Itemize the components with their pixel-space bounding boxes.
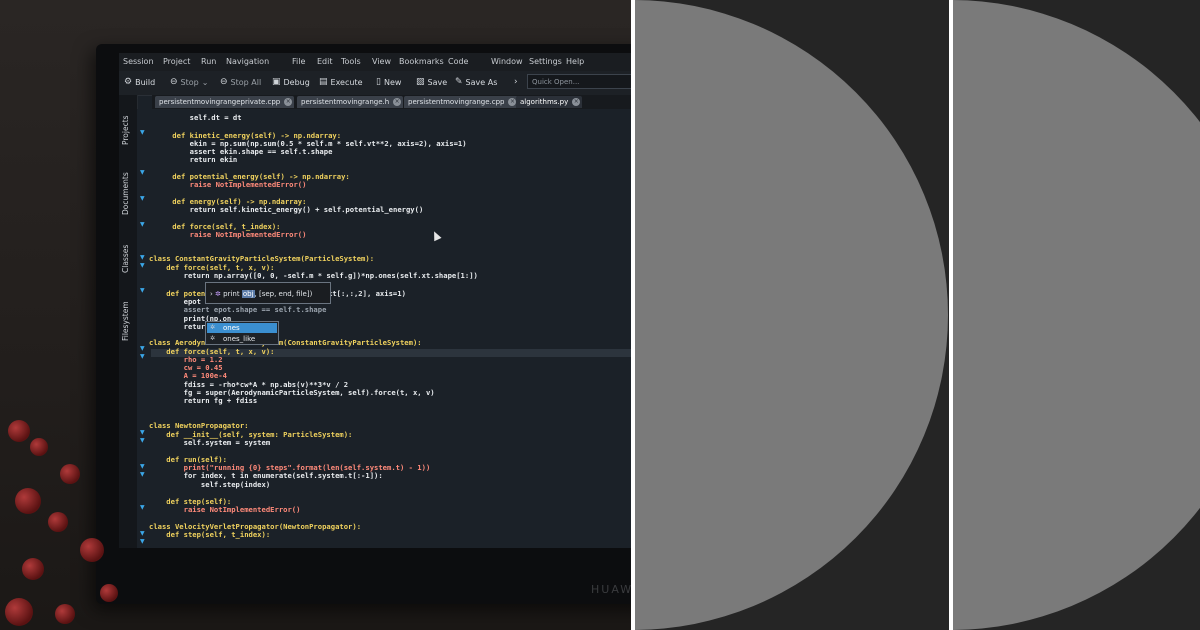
code-line: self.dt = dt — [155, 113, 242, 122]
code-line: class NewtonPropagator: — [149, 421, 249, 430]
grey-disc-panel — [635, 0, 949, 630]
code-line: self.system = system — [149, 438, 271, 447]
code-line: class ConstantGravityParticleSystem(Part… — [149, 254, 375, 263]
grey-disc — [635, 0, 948, 630]
code-line: assert epot.shape == self.t.shape — [149, 305, 327, 314]
completion-item-ones[interactable]: ✲ ones — [207, 323, 277, 333]
function-icon: ✲ — [210, 335, 216, 342]
chevron-right-icon: › — [210, 290, 213, 298]
code-line: raise NotImplementedError() — [155, 180, 307, 189]
code-line: return self.kinetic_energy() + self.pote… — [155, 205, 424, 214]
code-line: return np.array([0, 0, -self.m * self.g]… — [149, 271, 478, 280]
monitor-brand: HUAWEI — [591, 583, 631, 596]
grey-disc — [953, 0, 1200, 630]
code-line: retur — [149, 322, 206, 331]
code-line: return fg + fdiss — [149, 396, 258, 405]
code-editor[interactable]: self.dt = dt def kinetic_energy(self) ->… — [119, 53, 631, 548]
code-line: class AerodynamicParticleSystem(Constant… — [149, 338, 422, 347]
code-line: A = 100e-4 — [149, 371, 227, 380]
code-line: for index, t in enumerate(self.system.t[… — [149, 471, 383, 480]
code-line: self.step(index) — [149, 480, 271, 489]
function-icon: ✲ — [215, 290, 221, 298]
completion-popup: ✲ ones ✲ ones_like — [205, 321, 279, 345]
code-line: raise NotImplementedError() — [149, 505, 301, 514]
code-line: def step(self, t_index): — [149, 530, 271, 539]
signature-calltip: › ✲ print obj, [sep, end, file]) — [205, 282, 331, 304]
grey-disc-panel — [953, 0, 1200, 630]
completion-item-ones-like[interactable]: ✲ ones_like — [207, 334, 277, 344]
function-icon: ✲ — [210, 324, 216, 331]
code-line: return ekin — [155, 155, 238, 164]
ide-photo: HUAWEI Session Project Run Navigation Fi… — [0, 0, 631, 630]
code-line: raise NotImplementedError() — [155, 230, 307, 239]
code-line: xt[:,:,2], axis=1) — [328, 289, 406, 298]
berry-plant — [0, 408, 140, 630]
ide-screen: Session Project Run Navigation File Edit… — [119, 53, 631, 548]
